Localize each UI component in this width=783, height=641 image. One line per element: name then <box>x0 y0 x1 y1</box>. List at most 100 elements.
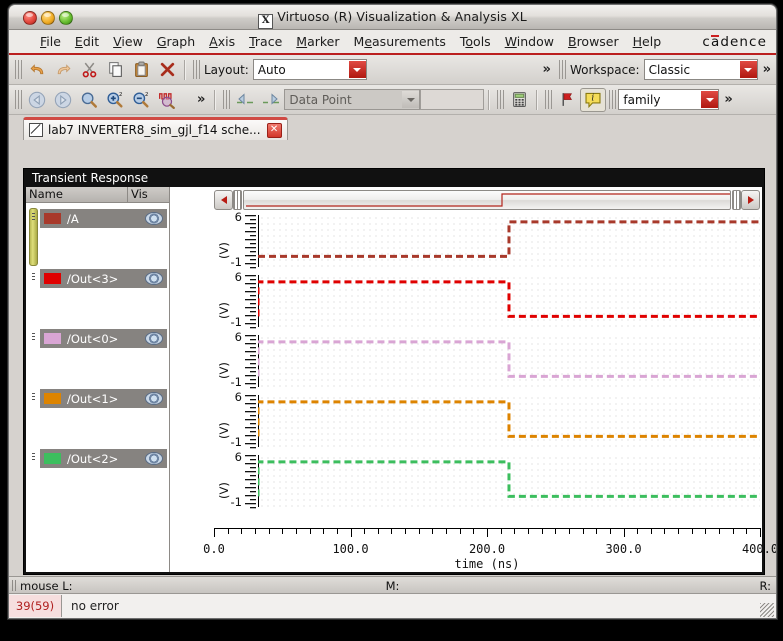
prev-point-button[interactable] <box>232 88 258 112</box>
toolbar-grip-datapoint[interactable] <box>223 90 231 109</box>
waveform-panel[interactable]: (V) 6 -1 <box>214 210 760 271</box>
eye-icon[interactable] <box>145 332 163 345</box>
signal-color-swatch[interactable] <box>44 393 61 404</box>
eye-icon[interactable] <box>145 392 163 405</box>
waveform-panel[interactable]: (V) 6 -1 <box>214 330 760 391</box>
chevron-down-icon[interactable] <box>348 61 366 78</box>
panel-plot[interactable] <box>258 395 760 447</box>
zoom-fit-button[interactable] <box>76 88 102 112</box>
close-icon[interactable]: ✕ <box>266 122 282 138</box>
signal-color-swatch[interactable] <box>44 453 61 464</box>
redo-button[interactable] <box>50 58 76 82</box>
horizontal-scrollbar[interactable] <box>214 190 760 210</box>
drag-dots-icon[interactable] <box>32 213 35 222</box>
datapoint-value-input[interactable] <box>420 89 485 110</box>
menu-trace[interactable]: Trace <box>242 30 289 53</box>
scroll-left-button[interactable] <box>214 190 233 210</box>
menu-view[interactable]: View <box>106 30 150 53</box>
drag-dots-icon[interactable] <box>32 453 35 462</box>
menu-help[interactable]: Help <box>626 30 669 53</box>
menu-measurements[interactable]: Measurements <box>347 30 453 53</box>
next-point-button[interactable] <box>258 88 284 112</box>
toolbar-grip-family[interactable] <box>609 90 617 109</box>
toolbar-overflow-2[interactable]: » <box>192 92 210 107</box>
scroll-right-button[interactable] <box>741 190 760 210</box>
x-axis-tick <box>295 528 297 534</box>
signal-color-swatch[interactable] <box>44 273 61 284</box>
menu-browser[interactable]: Browser <box>561 30 626 53</box>
toolbar-overflow-workspace[interactable]: » <box>758 62 776 77</box>
copy-button[interactable] <box>102 58 128 82</box>
panel-plot[interactable] <box>258 275 760 327</box>
menu-axis[interactable]: Axis <box>202 30 242 53</box>
signal-color-swatch[interactable] <box>44 213 61 224</box>
y-axis-ticks <box>245 335 256 389</box>
toolbar-grip[interactable] <box>15 60 22 79</box>
eye-icon[interactable] <box>145 452 163 465</box>
workspace-select[interactable]: Classic <box>643 59 758 80</box>
signal-name: /Out<2> <box>67 451 119 466</box>
toolbar-overflow-family[interactable]: » <box>719 92 737 107</box>
delete-button[interactable] <box>154 58 180 82</box>
panel-plot[interactable] <box>258 215 760 267</box>
graph-window: Transient Response Name Vis /A/Out<3> /Ou… <box>23 168 776 575</box>
signal-row[interactable]: /Out<2> <box>40 449 167 468</box>
toolbar-grip-flag[interactable] <box>545 90 553 109</box>
scroll-handle-left[interactable] <box>233 190 242 210</box>
toolbar-grip-layout[interactable] <box>193 60 200 79</box>
zoom-waveform-button[interactable] <box>154 88 180 112</box>
eye-icon[interactable] <box>145 212 163 225</box>
signal-color-swatch[interactable] <box>44 333 61 344</box>
zoom-in-button[interactable]: 2 <box>102 88 128 112</box>
tab-schematic[interactable]: lab7 INVERTER8_sim_gjl_f14 sche... ✕ <box>23 117 288 140</box>
drag-dots-icon[interactable] <box>32 393 35 402</box>
datapoint-select[interactable]: Data Point <box>284 89 421 110</box>
waveform-trace <box>258 395 760 443</box>
layout-select[interactable]: Auto <box>252 59 367 80</box>
undo-button[interactable] <box>24 58 50 82</box>
back-button[interactable] <box>24 88 50 112</box>
x-axis-tick <box>732 528 734 534</box>
panel-plot[interactable] <box>258 455 760 507</box>
x-axis[interactable]: 0.0 100.0 200.0 300.0 400.0 time (ns) <box>203 528 776 572</box>
toolbar-grip-workspace[interactable] <box>558 60 566 79</box>
waveform-panel[interactable]: (V) 6 -1 <box>214 390 760 451</box>
column-header-name[interactable]: Name <box>26 187 128 202</box>
error-count-badge[interactable]: 39(59) <box>9 595 62 617</box>
flag-button[interactable] <box>554 88 580 112</box>
menu-window[interactable]: Window <box>498 30 561 53</box>
signal-row[interactable]: /Out<0> <box>40 329 167 348</box>
signal-row[interactable]: /Out<3> <box>40 269 167 288</box>
drag-dots-icon[interactable] <box>32 273 35 282</box>
signal-row[interactable]: /A <box>40 209 167 228</box>
column-header-vis[interactable]: Vis <box>128 187 169 202</box>
menu-graph[interactable]: Graph <box>150 30 202 53</box>
mouse-middle-status: M: <box>385 579 400 593</box>
toolbar-grip-nav[interactable] <box>15 90 22 109</box>
waveform-panel[interactable]: (V) 6 -1 <box>214 450 760 511</box>
resize-grip[interactable] <box>760 603 774 617</box>
paste-button[interactable] <box>128 58 154 82</box>
family-select[interactable]: family <box>618 89 720 110</box>
chevron-down-icon[interactable] <box>739 61 757 78</box>
chevron-down-icon[interactable] <box>701 91 719 108</box>
menu-marker[interactable]: Marker <box>289 30 346 53</box>
eye-icon[interactable] <box>145 272 163 285</box>
scrollbar-thumb-preview[interactable] <box>243 190 731 210</box>
info-balloon-button[interactable]: i <box>580 87 607 112</box>
cut-scissors-button[interactable] <box>76 58 102 82</box>
zoom-out-button[interactable]: 2 <box>128 88 154 112</box>
signal-row[interactable]: /Out<1> <box>40 389 167 408</box>
drag-dots-icon[interactable] <box>32 333 35 342</box>
chevron-down-icon[interactable] <box>402 91 420 108</box>
toolbar-overflow-1[interactable]: » <box>538 62 556 77</box>
scroll-handle-right[interactable] <box>732 190 741 210</box>
calculator-button[interactable] <box>506 88 532 112</box>
menu-edit[interactable]: Edit <box>68 30 106 53</box>
menu-file[interactable]: File <box>33 30 68 53</box>
panel-plot[interactable] <box>258 335 760 387</box>
waveform-panel[interactable]: (V) 6 -1 <box>214 270 760 331</box>
forward-button[interactable] <box>50 88 76 112</box>
toolbar-grip-calc[interactable] <box>497 90 505 109</box>
menu-tools[interactable]: Tools <box>453 30 498 53</box>
